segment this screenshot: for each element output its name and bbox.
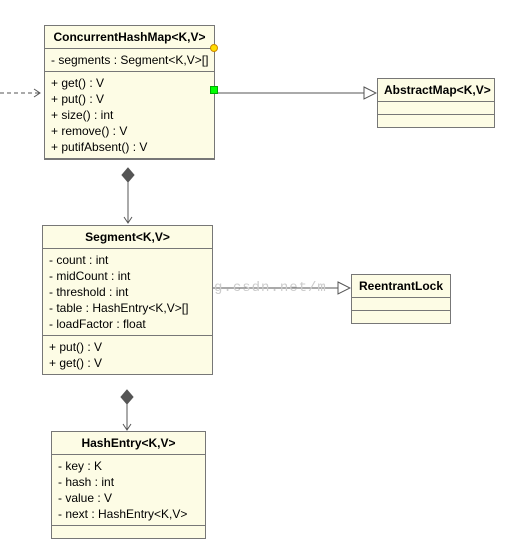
operations [352,311,450,323]
class-segment: Segment<K,V> - count : int - midCount : … [42,225,213,375]
port-icon [210,44,218,52]
attributes: - key : K - hash : int - value : V - nex… [52,455,205,526]
operations: + get() : V + put() : V + size() : int +… [45,72,214,159]
class-abstract-map: AbstractMap<K,V> [377,78,495,128]
attributes [378,102,494,115]
attributes: - count : int - midCount : int - thresho… [43,249,212,336]
class-title: Segment<K,V> [43,226,212,249]
class-title: HashEntry<K,V> [52,432,205,455]
class-concurrent-hash-map: ConcurrentHashMap<K,V> - segments : Segm… [44,25,215,160]
class-reentrant-lock: ReentrantLock [351,274,451,324]
operations [378,115,494,127]
class-hash-entry: HashEntry<K,V> - key : K - hash : int - … [51,431,206,539]
operations: + put() : V + get() : V [43,336,212,374]
operations [52,526,205,538]
class-title: AbstractMap<K,V> [378,79,494,102]
port-icon [210,86,218,94]
class-title: ReentrantLock [352,275,450,298]
attributes: - segments : Segment<K,V>[] [45,49,214,72]
attributes [352,298,450,311]
class-title: ConcurrentHashMap<K,V> [45,26,214,49]
